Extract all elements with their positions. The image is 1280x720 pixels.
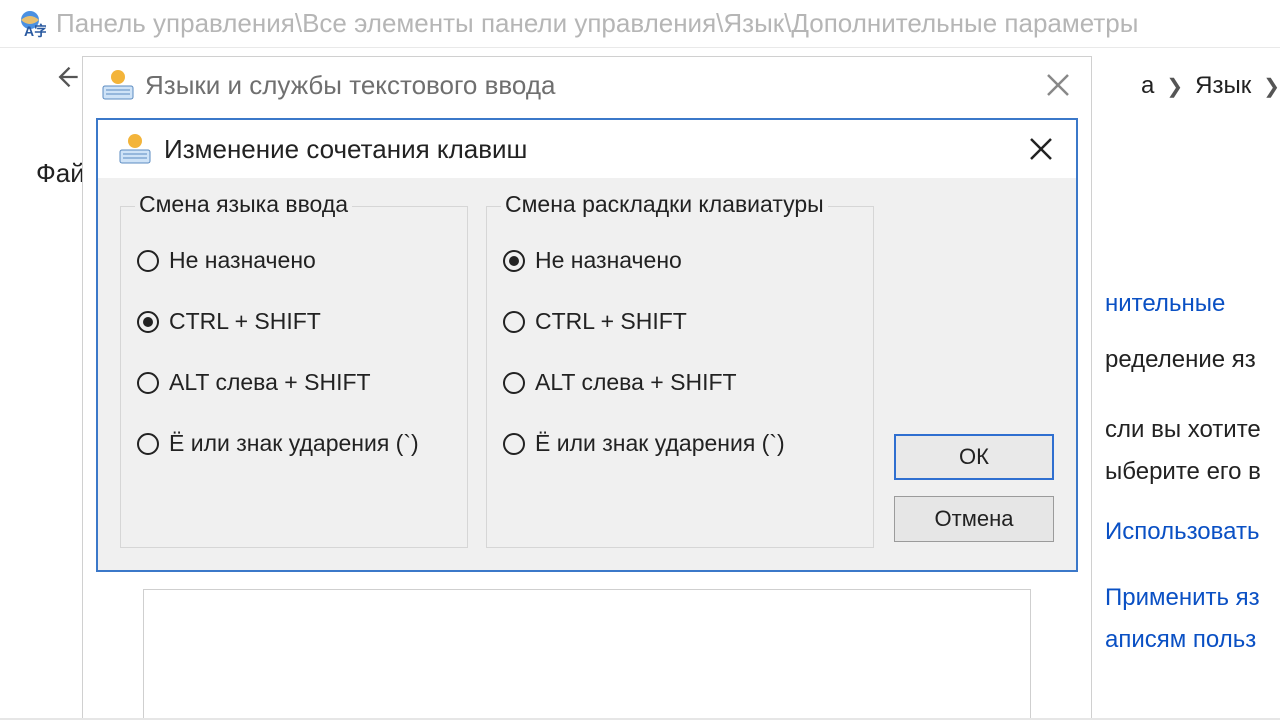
keyboard-layout-switch-group: Смена раскладки клавиатуры Не назначено … <box>486 206 874 548</box>
background-content-fragment: нительные ределение яз сли вы хотите ыбе… <box>1105 290 1280 654</box>
radio-label: Не назначено <box>535 247 682 274</box>
radio-icon <box>137 311 159 333</box>
radio-ctrl-shift[interactable]: CTRL + SHIFT <box>503 308 857 335</box>
dialog-content-panel <box>143 589 1031 719</box>
back-arrow-icon[interactable] <box>46 57 86 97</box>
radio-icon <box>137 372 159 394</box>
bg-link[interactable]: Использовать <box>1105 518 1280 546</box>
group-legend: Смена раскладки клавиатуры <box>501 191 828 218</box>
dialog-title: Изменение сочетания клавиш <box>164 134 527 165</box>
bg-text: ределение яз <box>1105 346 1280 374</box>
radio-grave-accent[interactable]: Ё или знак ударения (`) <box>503 430 857 457</box>
group-legend: Смена языка ввода <box>135 191 352 218</box>
bg-link[interactable]: аписям польз <box>1105 626 1280 654</box>
window-title-text: Панель управления\Все элементы панели уп… <box>56 8 1138 39</box>
breadcrumb-language[interactable]: Язык <box>1195 72 1251 100</box>
radio-icon <box>503 433 525 455</box>
radio-label: Не назначено <box>169 247 316 274</box>
language-globe-icon: A字 <box>14 8 46 40</box>
radio-not-assigned[interactable]: Не назначено <box>137 247 451 274</box>
radio-label: Ё или знак ударения (`) <box>535 430 785 457</box>
radio-icon <box>137 250 159 272</box>
radio-alt-shift[interactable]: ALT слева + SHIFT <box>137 369 451 396</box>
bg-text: сли вы хотите <box>1105 416 1280 444</box>
radio-grave-accent[interactable]: Ё или знак ударения (`) <box>137 430 451 457</box>
dialog-button-column: ОК Отмена <box>894 206 1054 548</box>
radio-label: CTRL + SHIFT <box>169 308 321 335</box>
radio-icon <box>503 372 525 394</box>
change-hotkey-dialog: Изменение сочетания клавиш Смена языка в… <box>96 118 1078 572</box>
input-language-switch-group: Смена языка ввода Не назначено CTRL + SH… <box>120 206 468 548</box>
radio-alt-shift[interactable]: ALT слева + SHIFT <box>503 369 857 396</box>
radio-ctrl-shift[interactable]: CTRL + SHIFT <box>137 308 451 335</box>
window-title-bar: A字 Панель управления\Все элементы панели… <box>0 0 1280 48</box>
dialog-body: Смена языка ввода Не назначено CTRL + SH… <box>98 178 1076 570</box>
radio-icon <box>503 311 525 333</box>
keyboard-icon <box>101 68 135 102</box>
svg-text:A字: A字 <box>24 23 46 39</box>
radio-label: Ё или знак ударения (`) <box>169 430 419 457</box>
radio-label: ALT слева + SHIFT <box>535 369 737 396</box>
ok-button[interactable]: ОК <box>894 434 1054 480</box>
radio-icon <box>137 433 159 455</box>
bg-link[interactable]: Применить яз <box>1105 584 1280 612</box>
breadcrumb: а ❯ Язык ❯ <box>1141 72 1280 100</box>
chevron-right-icon: ❯ <box>1166 74 1183 99</box>
chevron-right-icon: ❯ <box>1263 74 1280 99</box>
cancel-button[interactable]: Отмена <box>894 496 1054 542</box>
dialog-title: Языки и службы текстового ввода <box>145 70 555 101</box>
keyboard-icon <box>118 132 152 166</box>
dialog-titlebar: Изменение сочетания клавиш <box>98 120 1076 178</box>
close-icon[interactable] <box>1026 134 1056 164</box>
close-icon[interactable] <box>1043 70 1073 100</box>
radio-icon <box>503 250 525 272</box>
radio-not-assigned[interactable]: Не назначено <box>503 247 857 274</box>
bg-text: ыберите его в <box>1105 458 1280 486</box>
radio-label: ALT слева + SHIFT <box>169 369 371 396</box>
radio-label: CTRL + SHIFT <box>535 308 687 335</box>
dialog-titlebar: Языки и службы текстового ввода <box>83 57 1091 113</box>
bg-heading: нительные <box>1105 290 1280 318</box>
breadcrumb-fragment[interactable]: а <box>1141 72 1154 100</box>
